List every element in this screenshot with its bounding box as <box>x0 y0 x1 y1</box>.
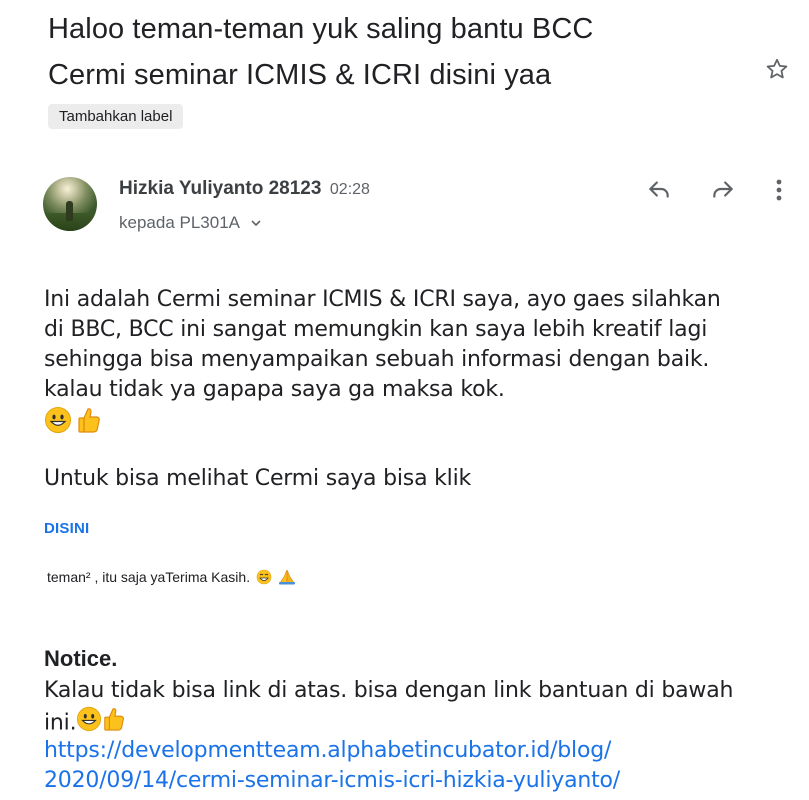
notice-title: Notice. <box>44 646 118 671</box>
closing-text: teman² , itu saja yaTerima Kasih. <box>47 569 251 586</box>
message-paragraph-1: Ini adalah Cermi seminar ICMIS & ICRI sa… <box>44 285 784 405</box>
message-paragraph-2: Untuk bisa melihat Cermi saya bisa klik <box>44 466 472 491</box>
sender-header: Hizkia Yuliyanto 28123 02:28 <box>119 178 370 200</box>
paragraph-line: sehingga bisa menyampaikan sebuah inform… <box>44 347 710 372</box>
subject-line-1: Haloo teman-teman yuk saling bantu BCC <box>48 13 594 45</box>
sender-name[interactable]: Hizkia Yuliyanto 28123 <box>119 178 321 199</box>
chevron-down-icon <box>250 214 262 234</box>
add-label-chip[interactable]: Tambahkan label <box>48 104 184 129</box>
paragraph-line: Ini adalah Cermi seminar ICMIS & ICRI sa… <box>44 287 721 312</box>
paragraph-line: di BBC, BCC ini sangat memungkin kan say… <box>44 317 708 342</box>
forward-icon[interactable] <box>710 176 736 202</box>
recipient-toggle[interactable]: kepada PL301A <box>119 213 262 234</box>
thumbs-up-emoji-icon <box>76 406 102 439</box>
notice-text: Kalau tidak bisa link di atas. bisa deng… <box>44 676 804 741</box>
grinning-face-emoji-icon <box>44 406 72 439</box>
reply-icon[interactable] <box>646 176 672 202</box>
emoji-row <box>44 406 102 434</box>
folded-hands-emoji-icon <box>278 569 296 588</box>
paragraph-line: kalau tidak ya gapapa saya ga maksa kok. <box>44 377 505 402</box>
blog-url-link[interactable]: https://developmentteam.alphabetincubato… <box>44 736 620 796</box>
beaming-face-emoji-icon <box>256 569 272 588</box>
sender-avatar[interactable] <box>43 177 97 231</box>
subject-line-2: Cermi seminar ICMIS & ICRI disini yaa <box>48 59 552 91</box>
notice-line: Kalau tidak bisa link di atas. bisa deng… <box>44 678 734 703</box>
email-subject: Haloo teman-teman yuk saling bantu BCC C… <box>48 6 738 98</box>
star-icon[interactable] <box>764 56 790 82</box>
more-vert-icon[interactable] <box>770 176 788 204</box>
recipient-label: kepada PL301A <box>119 213 240 232</box>
url-line: 2020/09/14/cermi-seminar-icmis-icri-hizk… <box>44 768 620 793</box>
disini-link[interactable]: DISINI <box>44 520 89 537</box>
url-line: https://developmentteam.alphabetincubato… <box>44 738 612 763</box>
message-time: 02:28 <box>329 181 370 198</box>
closing-line: teman² , itu saja yaTerima Kasih. <box>47 569 296 588</box>
notice-line-text: ini. <box>44 710 77 736</box>
